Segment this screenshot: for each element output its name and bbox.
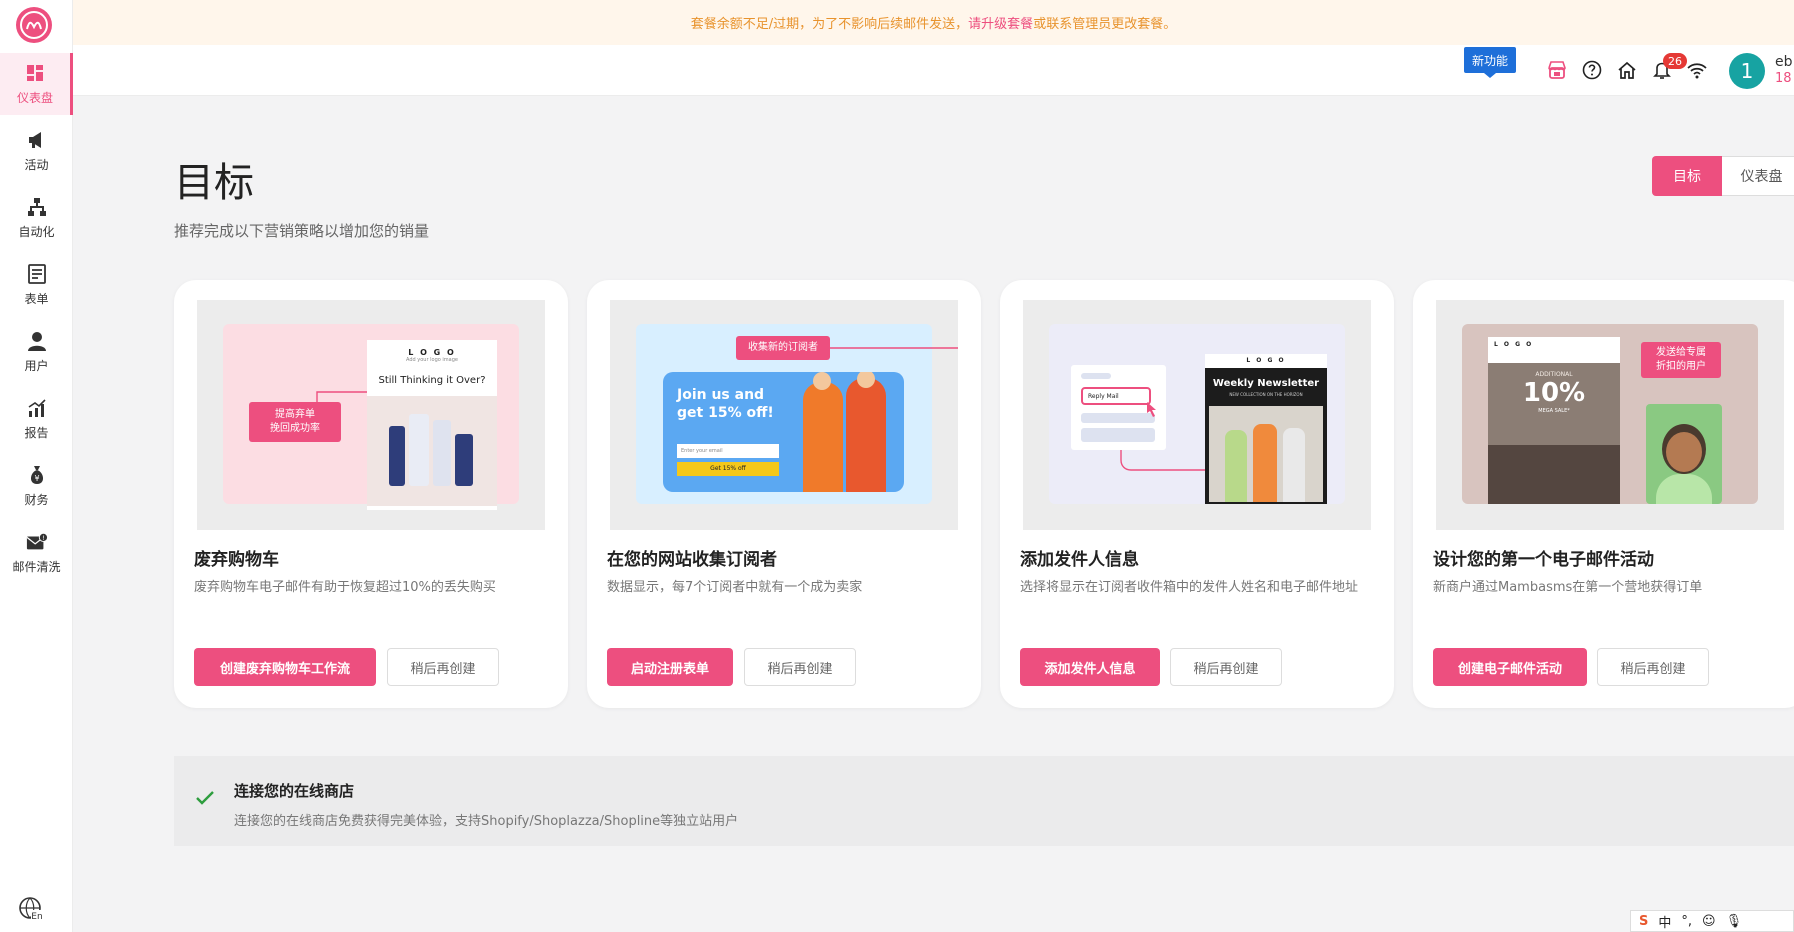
page-subtitle: 推荐完成以下营销策略以增加您的销量 [174, 222, 430, 240]
create-abandoned-cart-workflow-button[interactable]: 创建废弃购物车工作流 [194, 648, 376, 686]
app-logo[interactable] [16, 7, 52, 43]
card-title: 在您的网站收集订阅者 [607, 550, 777, 570]
illustration-tag: 提高弃单 挽回成功率 [249, 402, 341, 442]
launch-signup-form-button[interactable]: 启动注册表单 [607, 648, 733, 686]
user-name: eb [1775, 54, 1793, 70]
toggle-goals-button[interactable]: 目标 [1652, 156, 1722, 196]
sidebar-item-label: 自动化 [18, 225, 55, 239]
connect-store-title: 连接您的在线商店 [234, 782, 355, 800]
sidebar-item-reports[interactable]: 报告 [0, 388, 73, 450]
illustration-tag: 发送给专属 折扣的用户 [1641, 342, 1721, 378]
svg-text:!: ! [42, 534, 45, 542]
abandoned-cart-illustration: 提高弃单 挽回成功率 L O G O Add your logo image St… [197, 300, 545, 530]
create-later-button[interactable]: 稍后再创建 [1597, 648, 1709, 686]
upgrade-plan-link[interactable]: 请升级套餐 [968, 13, 1033, 32]
user-subtext: 18 [1775, 71, 1792, 86]
ime-punctuation-icon[interactable]: °, [1681, 914, 1692, 929]
mail-clean-icon: ! [26, 531, 48, 553]
svg-text:¥: ¥ [34, 474, 39, 483]
card-description: 废弃购物车电子邮件有助于恢复超过10%的丢失购买 [194, 580, 496, 595]
ime-toolbar[interactable]: S 中 °, ☺ 🎙 [1630, 910, 1794, 932]
sidebar-item-users[interactable]: 用户 [0, 321, 73, 383]
page-title: 目标 [174, 160, 254, 206]
view-toggle: 目标 仪表盘 [1652, 156, 1794, 196]
megaphone-icon [26, 129, 48, 151]
money-bag-icon: ¥ [26, 464, 48, 486]
sidebar-item-mail-clean[interactable]: ! 邮件清洗 [0, 522, 73, 584]
avatar[interactable]: 1 [1729, 53, 1765, 89]
goal-card-abandoned-cart: 提高弃单 挽回成功率 L O G O Add your logo image St… [174, 280, 568, 708]
report-chart-icon [26, 397, 48, 419]
sidebar-item-label: 表单 [24, 292, 49, 306]
dashboard-icon [24, 62, 46, 84]
sender-info-illustration: Reply Mail L O G O Weekly Newsletter NEW… [1023, 300, 1371, 530]
connect-store-description: 连接您的在线商店免费获得完美体验，支持Shopify/Shoplazza/Sho… [234, 814, 739, 829]
hierarchy-icon [26, 196, 48, 218]
ime-emoji-icon[interactable]: ☺ [1702, 914, 1716, 929]
card-title: 添加发件人信息 [1020, 550, 1139, 570]
card-description: 数据显示，每7个订阅者中就有一个成为卖家 [607, 580, 863, 595]
goal-card-sender-info: Reply Mail L O G O Weekly Newsletter NEW… [1000, 280, 1394, 708]
create-later-button[interactable]: 稍后再创建 [387, 648, 499, 686]
card-title: 废弃购物车 [194, 550, 279, 570]
add-sender-info-button[interactable]: 添加发件人信息 [1020, 648, 1160, 686]
sidebar-item-label: 仪表盘 [16, 91, 53, 105]
sidebar-item-forms[interactable]: 表单 [0, 254, 73, 316]
help-icon[interactable] [1580, 58, 1604, 82]
signup-form-illustration: 收集新的订阅者 Join us and get 15% off! Enter yo… [610, 300, 958, 530]
create-later-button[interactable]: 稍后再创建 [1170, 648, 1282, 686]
ime-logo-icon[interactable]: S [1639, 914, 1648, 929]
goal-card-collect-subscribers: 收集新的订阅者 Join us and get 15% off! Enter yo… [587, 280, 981, 708]
sidebar-item-label: 活动 [24, 158, 49, 172]
top-header: 新功能 26 1 eb 18 [73, 45, 1794, 96]
notification-count-badge: 26 [1663, 53, 1687, 69]
check-icon [196, 790, 214, 809]
sidebar-item-label: 邮件清洗 [12, 560, 61, 574]
sidebar-item-campaigns[interactable]: 活动 [0, 120, 73, 182]
sidebar-item-label: 报告 [24, 426, 49, 440]
card-description: 选择将显示在订阅者收件箱中的发件人姓名和电子邮件地址 [1020, 580, 1359, 595]
sidebar-item-automation[interactable]: 自动化 [0, 187, 73, 249]
sidebar-item-dashboard[interactable]: 仪表盘 [0, 53, 73, 115]
connect-store-panel[interactable]: 连接您的在线商店 连接您的在线商店免费获得完美体验，支持Shopify/Shop… [174, 756, 1794, 846]
new-feature-badge[interactable]: 新功能 [1464, 47, 1516, 78]
svg-text:En: En [31, 912, 42, 922]
goal-card-first-campaign: L O G O ADDITIONAL 10% MEGA SALE* 发送给专属折… [1413, 280, 1794, 708]
form-icon [26, 263, 48, 285]
create-email-campaign-button[interactable]: 创建电子邮件活动 [1433, 648, 1587, 686]
wifi-icon[interactable] [1685, 58, 1709, 82]
sidebar: 仪表盘 活动 自动化 表单 用户 报告 ¥ 财务 ! 邮件清洗 [0, 0, 73, 932]
sidebar-item-label: 财务 [24, 493, 49, 507]
card-title: 设计您的第一个电子邮件活动 [1433, 550, 1654, 570]
language-switch-icon[interactable]: En [18, 896, 44, 922]
ime-microphone-icon[interactable]: 🎙 [1726, 914, 1743, 929]
store-icon[interactable] [1545, 58, 1569, 82]
create-later-button[interactable]: 稍后再创建 [744, 648, 856, 686]
email-campaign-illustration: L O G O ADDITIONAL 10% MEGA SALE* 发送给专属折… [1436, 300, 1784, 530]
sidebar-item-finance[interactable]: ¥ 财务 [0, 455, 73, 517]
banner-text: 套餐余额不足/过期，为了不影响后续邮件发送， [690, 17, 969, 32]
home-icon[interactable] [1615, 58, 1639, 82]
card-description: 新商户通过Mambasms在第一个营地获得订单 [1433, 580, 1703, 595]
illustration-tag: 收集新的订阅者 [736, 336, 830, 360]
toggle-dashboard-button[interactable]: 仪表盘 [1722, 156, 1794, 196]
sidebar-item-label: 用户 [24, 359, 49, 373]
ime-language[interactable]: 中 [1658, 912, 1671, 931]
banner-tail: 或联系管理员更改套餐。 [1033, 17, 1177, 32]
user-icon [26, 330, 48, 352]
plan-warning-banner: 套餐余额不足/过期，为了不影响后续邮件发送， 请升级套餐 或联系管理员更改套餐。 [73, 0, 1794, 45]
